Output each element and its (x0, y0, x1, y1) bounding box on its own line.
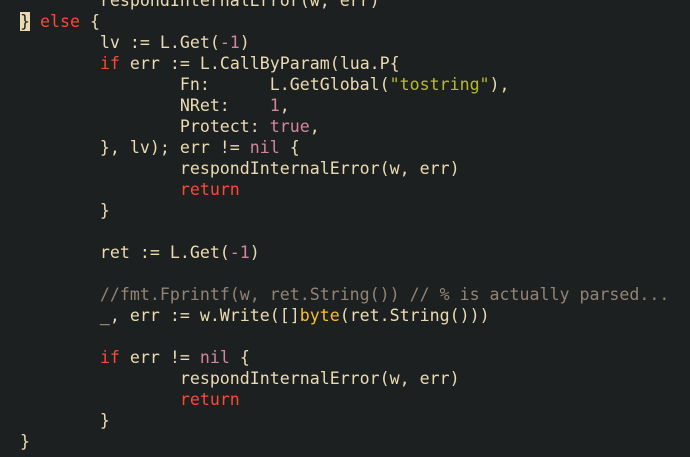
code-token-number: -1 (219, 33, 240, 52)
code-line: if err := L.CallByParam(lua.P{ (20, 53, 400, 74)
code-token-plain: err := L.CallByParam(lua.P{ (119, 54, 400, 73)
code-editor[interactable]: respondInternalError(w, err)} else { lv … (0, 0, 690, 457)
code-token-plain: err != (119, 348, 200, 367)
code-token-plain: respondInternalError(w, err) (20, 0, 380, 10)
code-line: //fmt.Fprintf(w, ret.String()) // % is a… (20, 284, 669, 305)
code-token-number: nil (199, 348, 230, 367)
code-line: ret := L.Get(-1) (20, 242, 260, 263)
code-token-plain: { (229, 348, 250, 367)
code-token-plain: ), (489, 75, 510, 94)
code-token-keyword: if (99, 54, 120, 73)
code-token-plain: respondInternalError(w, err) (20, 369, 460, 388)
code-line: return (20, 389, 240, 410)
code-line: if err != nil { (20, 347, 250, 368)
code-token-plain: ) (239, 33, 250, 52)
code-line: respondInternalError(w, err) (20, 0, 380, 11)
code-token-plain: , (279, 96, 290, 115)
code-token-number: true (269, 117, 310, 136)
code-token-plain: _, err := w.Write([] (20, 306, 300, 325)
code-token-plain: (ret.String())) (339, 306, 490, 325)
code-token-number: -1 (229, 243, 250, 262)
code-token-number: 1 (269, 96, 280, 115)
code-token-keyword: if (99, 348, 120, 367)
code-line: } (20, 410, 110, 431)
code-line: }, lv); err != nil { (20, 137, 300, 158)
code-token-number: nil (249, 138, 280, 157)
code-token-keyword: else (40, 12, 80, 31)
code-token-plain: ) (249, 243, 260, 262)
code-token-plain: } (20, 432, 30, 451)
code-line: Protect: true, (20, 116, 320, 137)
text-cursor: } (20, 12, 30, 31)
code-token-plain: ret := L.Get( (20, 243, 230, 262)
code-token-plain: Protect: (20, 117, 270, 136)
code-token-plain: }, lv); err != (20, 138, 250, 157)
code-line: respondInternalError(w, err) (20, 368, 460, 389)
code-token-type: byte (299, 306, 340, 325)
code-line: return (20, 179, 240, 200)
code-token-plain: } (20, 411, 110, 430)
code-token-plain: { (79, 12, 100, 31)
code-token-comment: //fmt.Fprintf(w, ret.String()) // % is a… (20, 285, 670, 304)
code-line: Fn: L.GetGlobal("tostring"), (20, 74, 510, 95)
code-line: _, err := w.Write([]byte(ret.String())) (20, 305, 490, 326)
code-token-keyword: return (179, 390, 240, 409)
code-line: respondInternalError(w, err) (20, 158, 460, 179)
code-token-plain: NRet: (20, 96, 270, 115)
code-token-plain: { (279, 138, 300, 157)
code-line: lv := L.Get(-1) (20, 32, 250, 53)
code-token-plain: , (309, 117, 320, 136)
code-line: NRet: 1, (20, 95, 290, 116)
code-token-plain: respondInternalError(w, err) (20, 159, 460, 178)
code-token-string: "tostring" (389, 75, 490, 94)
code-token-plain: lv := L.Get( (20, 33, 220, 52)
code-line: } (20, 431, 30, 452)
code-token-plain: } (20, 201, 110, 220)
code-line: } else { (20, 11, 100, 32)
code-token-keyword: return (179, 180, 240, 199)
code-token-plain: Fn: L.GetGlobal( (20, 75, 390, 94)
code-line: } (20, 200, 110, 221)
